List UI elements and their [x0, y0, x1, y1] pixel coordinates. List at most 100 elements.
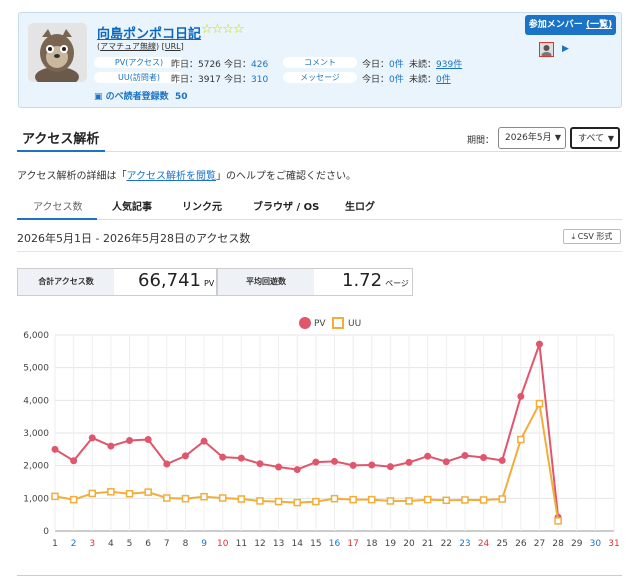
- x-tick-label: 20: [403, 539, 415, 549]
- pv-point: [200, 437, 208, 445]
- y-tick-label: 4,000: [23, 396, 49, 406]
- uu-point: [423, 495, 432, 504]
- filter-select[interactable]: すべて ▼: [570, 127, 620, 149]
- message-unread[interactable]: 未読：0件: [409, 72, 451, 85]
- x-tick-label: 6: [145, 539, 151, 549]
- uu-point: [218, 494, 227, 502]
- uu-point: [107, 488, 115, 496]
- help-description: アクセス解析の詳細は「アクセス解析を閲覧」のヘルプをご確認ください。: [17, 171, 356, 182]
- uu-point: [386, 497, 395, 505]
- legend-uu-label: UU: [348, 319, 361, 329]
- uu-point: [274, 497, 283, 506]
- pv-point: [368, 461, 376, 469]
- uu-point: [479, 496, 488, 504]
- x-tick-label: 26: [515, 539, 527, 549]
- pv-point: [275, 463, 283, 471]
- avg-pages-label: 平均回遊数: [218, 269, 314, 295]
- x-tick-label: 10: [217, 539, 229, 549]
- pv-point: [293, 466, 301, 474]
- x-tick-label: 23: [459, 539, 470, 549]
- x-tick-label: 12: [254, 539, 265, 549]
- tab-divider: [17, 219, 622, 220]
- uu-point: [442, 496, 451, 505]
- pv-point: [331, 457, 338, 465]
- x-tick-label: 25: [496, 539, 507, 549]
- pv-point: [498, 456, 506, 464]
- url-link[interactable]: URL: [165, 42, 181, 51]
- amateur-radio-link[interactable]: アマチュア無線: [100, 42, 156, 51]
- blog-profile-card: 向島ポンポコ日記 ☆☆☆☆ (アマチュア無線) [URL] PV(アクセス) 昨…: [18, 12, 622, 108]
- member-next-icon[interactable]: ▶: [562, 44, 569, 54]
- pv-point: [163, 460, 171, 468]
- pv-point: [312, 458, 320, 466]
- chevron-down-icon: ▼: [607, 134, 614, 143]
- active-tab-underline: [17, 218, 97, 220]
- comment-today: 今日：0件: [362, 60, 404, 70]
- tab-access-count[interactable]: アクセス数: [33, 198, 83, 213]
- x-tick-label: 2: [71, 539, 77, 549]
- uu-point: [181, 494, 190, 503]
- pv-point: [405, 458, 413, 466]
- x-tick-label: 13: [273, 539, 284, 549]
- date-range: 2026年5月1日 - 2026年5月28日のアクセス数: [17, 232, 251, 245]
- pv-point: [144, 436, 152, 444]
- x-tick-label: 5: [127, 539, 133, 549]
- pv-yesterday: 昨日：5726: [171, 60, 221, 70]
- uu-point: [125, 490, 134, 498]
- x-tick-label: 22: [441, 539, 452, 549]
- blog-avatar[interactable]: [28, 23, 87, 82]
- pv-point: [88, 434, 96, 442]
- tab-raw-log[interactable]: 生ログ: [345, 198, 375, 213]
- x-tick-label: 18: [366, 539, 378, 549]
- uu-point: [69, 495, 78, 504]
- help-link[interactable]: アクセス解析を閲覧: [127, 171, 217, 182]
- tab-popular-articles[interactable]: 人気記事: [112, 198, 152, 213]
- uu-point: [461, 496, 469, 504]
- uu-point: [498, 495, 506, 503]
- x-tick-label: 14: [292, 539, 304, 549]
- rating-stars: ☆☆☆☆: [201, 22, 245, 37]
- avg-pages-value: 1.72 ページ: [342, 270, 409, 291]
- tab-referrers[interactable]: リンク元: [182, 198, 222, 213]
- period-select[interactable]: 2026年5月 ▼: [498, 127, 566, 149]
- uu-point: [405, 497, 413, 505]
- pv-point: [256, 460, 264, 468]
- bottom-divider: [17, 575, 622, 576]
- blog-title-link[interactable]: 向島ポンポコ日記: [97, 23, 201, 42]
- legend-uu-marker: [332, 317, 344, 329]
- x-tick-label: 21: [422, 539, 433, 549]
- uu-point: [330, 494, 339, 503]
- x-tick-label: 7: [164, 539, 170, 549]
- pv-point: [386, 463, 394, 471]
- uu-point: [535, 399, 544, 408]
- pv-point: [237, 454, 245, 462]
- x-tick-label: 29: [571, 539, 583, 549]
- period-label: 期間：: [467, 136, 495, 146]
- reader-icon: ▣: [94, 92, 103, 102]
- section-title: アクセス解析: [22, 132, 100, 147]
- pv-point: [51, 445, 59, 453]
- y-tick-label: 6,000: [23, 331, 49, 341]
- uu-point: [88, 489, 97, 498]
- x-tick-label: 8: [183, 539, 189, 549]
- y-tick-label: 1,000: [23, 494, 49, 504]
- pv-point: [517, 392, 525, 400]
- tab-browser-os[interactable]: ブラウザ / OS: [253, 198, 319, 213]
- member-avatar[interactable]: [539, 42, 554, 58]
- uu-point: [163, 494, 171, 502]
- y-tick-label: 2,000: [23, 462, 49, 472]
- x-tick-label: 27: [534, 539, 545, 549]
- section-title-underline: [17, 150, 105, 152]
- legend-pv-marker: [299, 317, 311, 329]
- csv-export-button[interactable]: ⤓ CSV 形式: [563, 229, 621, 244]
- member-button[interactable]: 参加メンバー (一覧): [525, 15, 616, 35]
- x-tick-label: 31: [608, 539, 619, 549]
- uu-point: [554, 517, 562, 525]
- x-tick-label: 11: [236, 539, 247, 549]
- download-icon: ⤓: [571, 232, 576, 241]
- pv-point: [70, 457, 78, 465]
- pv-point: [442, 458, 450, 466]
- access-line-chart: 01,0002,0003,0004,0005,0006,0001 2 3 4 5 6 7 8 9…: [23, 317, 620, 549]
- comment-unread[interactable]: 未読：939件: [409, 57, 462, 70]
- avg-pages-box: 平均回遊数 1.72 ページ: [217, 268, 413, 296]
